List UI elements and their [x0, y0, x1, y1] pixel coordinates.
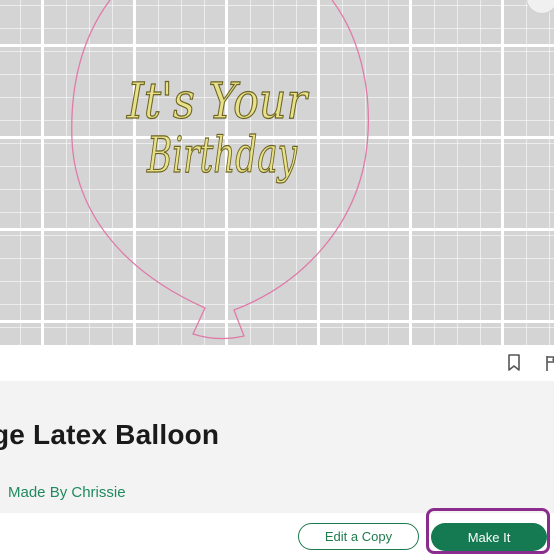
author-link[interactable]: Made By Chrissie	[8, 484, 126, 501]
project-page: It's Your Birthday ge Latex Balloon Made…	[0, 0, 554, 554]
design-text-line-2: Birthday	[146, 126, 297, 184]
design-preview-canvas: It's Your Birthday	[0, 0, 554, 345]
action-icon-row	[0, 345, 554, 381]
flag-icon[interactable]	[544, 354, 554, 372]
balloon-design: It's Your Birthday	[71, 0, 369, 340]
edit-a-copy-button[interactable]: Edit a Copy	[298, 523, 419, 550]
project-info-panel: ge Latex Balloon Made By Chrissie	[0, 381, 554, 513]
bookmark-icon[interactable]	[506, 354, 522, 372]
design-text: It's Your Birthday	[126, 71, 311, 184]
design-text-line-1: It's Your	[126, 72, 310, 130]
make-it-button[interactable]: Make It	[431, 523, 547, 551]
project-title: ge Latex Balloon	[0, 419, 220, 450]
action-bar: Edit a Copy Make It	[0, 508, 554, 554]
